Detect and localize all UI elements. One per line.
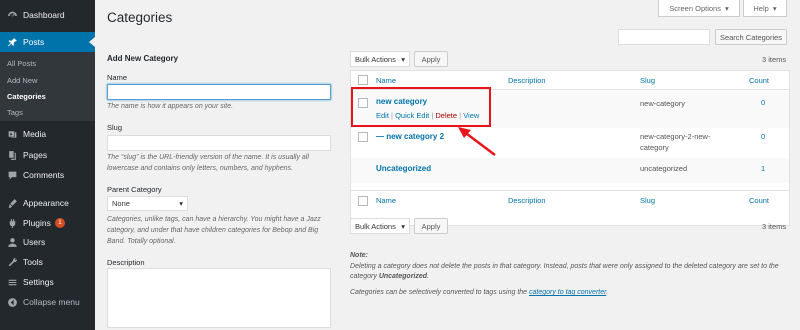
row-slug: uncategorized (640, 164, 688, 173)
caret-down-icon: ▾ (179, 199, 183, 208)
apply-button-top[interactable]: Apply (414, 51, 448, 67)
items-count-bottom: 3 items (762, 222, 787, 231)
menu-posts[interactable]: Posts (0, 32, 95, 52)
menu-pages[interactable]: Pages (0, 145, 95, 165)
menu-settings[interactable]: Settings (0, 272, 95, 292)
bulk-actions-select-top[interactable]: Bulk Actions ▾ (350, 51, 410, 67)
form-title: Add New Category (107, 54, 179, 63)
row-checkbox[interactable] (358, 132, 368, 142)
column-description[interactable]: Description (508, 76, 546, 85)
menu-plugins[interactable]: Plugins 1 (0, 213, 95, 233)
parent-category-help: Categories, unlike tags, can have a hier… (107, 216, 321, 245)
parent-category-select[interactable]: None ▾ (107, 196, 188, 211)
name-input[interactable] (107, 84, 331, 100)
pin-icon (6, 36, 18, 48)
name-help: The name is how it appears on your site. (107, 103, 234, 110)
submenu-add-new[interactable]: Add New (7, 76, 37, 85)
pages-icon (6, 149, 18, 161)
column-count[interactable]: Count (749, 76, 769, 85)
row-slug: new-category-2-new-category (640, 132, 711, 152)
column-slug-footer[interactable]: Slug (640, 196, 655, 205)
plugins-icon (6, 217, 18, 229)
menu-collapse[interactable]: Collapse menu (0, 292, 95, 312)
caret-down-icon: ▾ (401, 221, 405, 231)
submenu-all-posts[interactable]: All Posts (7, 59, 36, 68)
column-name[interactable]: Name (376, 76, 396, 85)
appearance-icon (6, 197, 18, 209)
row-slug: new-category (640, 99, 686, 108)
bulk-actions-select-bottom[interactable]: Bulk Actions ▾ (350, 218, 410, 234)
users-icon (6, 236, 18, 248)
wrench-icon (6, 256, 18, 268)
select-all-checkbox-footer[interactable] (358, 196, 368, 206)
apply-button-bottom[interactable]: Apply (414, 218, 448, 234)
annotation-arrow-icon (458, 127, 496, 156)
category-name-link[interactable]: — new category 2 (376, 132, 444, 141)
description-textarea[interactable] (107, 268, 331, 328)
parent-category-label: Parent Category (107, 185, 162, 194)
page-title: Categories (107, 10, 173, 25)
table-footer: Name Description Slug Count (351, 190, 789, 209)
settings-icon (6, 276, 18, 288)
description-label: Description (107, 258, 145, 267)
column-count-footer[interactable]: Count (749, 196, 769, 205)
slug-label: Slug (107, 123, 123, 132)
select-all-checkbox[interactable] (358, 75, 368, 85)
slug-help: The “slug” is the URL-friendly version o… (107, 154, 309, 172)
screen-options-button[interactable]: Screen Options ▾ (658, 0, 740, 17)
items-count-top: 3 items (762, 55, 787, 64)
plugins-update-badge: 1 (54, 218, 65, 228)
menu-users[interactable]: Users (0, 232, 95, 252)
submenu-categories[interactable]: Categories (7, 92, 46, 101)
column-slug[interactable]: Slug (640, 76, 655, 85)
slug-input[interactable] (107, 135, 331, 151)
highlight-box (351, 87, 491, 127)
search-input[interactable] (618, 29, 710, 45)
column-name-footer[interactable]: Name (376, 196, 396, 205)
row-count[interactable]: 1 (761, 164, 765, 173)
help-button[interactable]: Help ▾ (743, 0, 787, 17)
note-text: Deleting a category does not delete the … (350, 263, 779, 280)
category-to-tag-converter-link[interactable]: category to tag converter (529, 289, 606, 296)
collapse-icon (6, 296, 18, 308)
menu-tools[interactable]: Tools (0, 252, 95, 272)
caret-down-icon: ▾ (401, 54, 405, 64)
category-name-link[interactable]: Uncategorized (376, 164, 431, 173)
submenu-tags[interactable]: Tags (7, 108, 23, 117)
note-heading: Note: (350, 252, 368, 259)
table-row: — new category 2 new-category-2-new-cate… (351, 128, 789, 158)
table-row: Uncategorized uncategorized 1 (351, 158, 789, 183)
caret-down-icon: ▾ (772, 3, 777, 13)
row-count[interactable]: 0 (761, 132, 765, 141)
note-converter: Categories can be selectively converted … (350, 289, 609, 296)
name-label: Name (107, 73, 128, 82)
row-count[interactable]: 0 (761, 98, 765, 107)
dashboard-icon (6, 9, 18, 21)
comments-icon (6, 169, 18, 181)
menu-dashboard[interactable]: Dashboard (0, 5, 95, 25)
media-icon (6, 128, 18, 140)
menu-media[interactable]: Media (0, 124, 95, 144)
admin-sidebar: Dashboard Posts All Posts Add New Catego… (0, 0, 95, 330)
column-description-footer[interactable]: Description (508, 196, 546, 205)
search-categories-button[interactable]: Search Categories (715, 29, 787, 45)
menu-comments[interactable]: Comments (0, 165, 95, 185)
caret-down-icon: ▾ (724, 3, 729, 13)
menu-appearance[interactable]: Appearance (0, 193, 95, 213)
posts-submenu: All Posts Add New Categories Tags (0, 52, 95, 121)
